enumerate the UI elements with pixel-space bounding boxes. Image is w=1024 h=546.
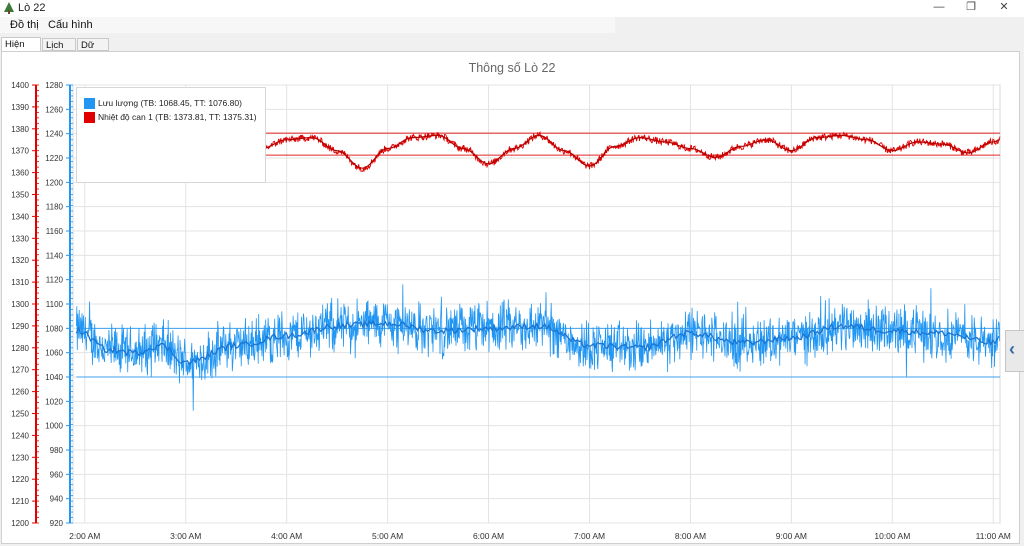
left-axis-label: 1310 bbox=[11, 278, 29, 287]
right-axis-label: 940 bbox=[50, 495, 64, 504]
left-axis-label: 1390 bbox=[11, 103, 29, 112]
legend-swatch-temp bbox=[84, 112, 95, 124]
left-axis-label: 1340 bbox=[11, 212, 29, 221]
chart[interactable]: Thông số Lò 22 2:00 AM 3:00 AM 4:00 AM 5:00… bbox=[0, 0, 1024, 546]
left-axis-label: 1200 bbox=[11, 519, 29, 528]
right-axis-label: 1160 bbox=[46, 227, 64, 236]
right-axis-label: 1080 bbox=[45, 324, 63, 333]
left-axis-label: 1270 bbox=[11, 366, 29, 375]
chart-title: Thông số Lò 22 bbox=[469, 61, 556, 75]
left-axis-label: 1240 bbox=[11, 431, 29, 440]
left-axis-label: 1280 bbox=[11, 344, 29, 353]
x-tick-label: 8:00 AM bbox=[675, 531, 706, 541]
right-axis-label: 1020 bbox=[45, 397, 63, 406]
right-axis-label: 1200 bbox=[45, 178, 63, 187]
legend-item-flow: Lưu lượng (TB: 1068.45, TT: 1076.80) bbox=[84, 98, 242, 110]
right-axis-label: 1240 bbox=[45, 130, 63, 139]
right-axis-label: 1120 bbox=[46, 276, 64, 285]
right-axis-label: 1220 bbox=[45, 154, 63, 163]
left-axis-label: 1260 bbox=[11, 388, 29, 397]
left-axis-label: 1220 bbox=[11, 475, 29, 484]
right-axis-label: 960 bbox=[50, 470, 64, 479]
right-axis-label: 1140 bbox=[46, 251, 64, 260]
right-axis-label: 1280 bbox=[45, 81, 63, 90]
chevron-left-icon: ‹ bbox=[1009, 339, 1015, 359]
right-axis-label: 1040 bbox=[45, 373, 63, 382]
left-axis-label: 1330 bbox=[11, 234, 29, 243]
x-tick-label: 2:00 AM bbox=[69, 531, 100, 541]
legend-label-temp: Nhiệt độ can 1 (TB: 1373.81, TT: 1375.31… bbox=[98, 112, 257, 122]
x-tick-label: 11:00 AM bbox=[976, 531, 1011, 541]
x-tick-label: 10:00 AM bbox=[874, 531, 910, 541]
side-panel-toggle[interactable]: ‹ bbox=[1005, 330, 1024, 372]
left-axis-label: 1360 bbox=[11, 169, 29, 178]
legend-item-temp: Nhiệt độ can 1 (TB: 1373.81, TT: 1375.31… bbox=[84, 112, 257, 124]
right-axis-label: 1180 bbox=[46, 203, 64, 212]
legend-label-flow: Lưu lượng (TB: 1068.45, TT: 1076.80) bbox=[98, 98, 242, 108]
left-axis-label: 1290 bbox=[11, 322, 29, 331]
left-axis-label: 1250 bbox=[11, 410, 29, 419]
right-axis-label: 980 bbox=[50, 446, 64, 455]
right-axis-label: 1100 bbox=[46, 300, 64, 309]
left-axis-label: 1380 bbox=[11, 125, 29, 134]
left-axis-label: 1300 bbox=[11, 300, 29, 309]
legend-swatch-flow bbox=[84, 98, 95, 110]
x-tick-label: 9:00 AM bbox=[776, 531, 807, 541]
chart-legend: Lưu lượng (TB: 1068.45, TT: 1076.80) Nhi… bbox=[76, 87, 266, 183]
left-axis-label: 1230 bbox=[11, 453, 29, 462]
right-axis-label: 1000 bbox=[45, 422, 63, 431]
left-axis-label: 1350 bbox=[11, 191, 29, 200]
left-axis-label: 1400 bbox=[11, 81, 29, 90]
right-axis-label: 920 bbox=[50, 519, 64, 528]
right-axis-label: 1060 bbox=[45, 349, 63, 358]
x-tick-label: 3:00 AM bbox=[170, 531, 201, 541]
x-tick-label: 7:00 AM bbox=[574, 531, 605, 541]
left-axis-label: 1370 bbox=[11, 147, 29, 156]
x-tick-label: 5:00 AM bbox=[372, 531, 403, 541]
x-tick-label: 6:00 AM bbox=[473, 531, 504, 541]
right-axis-label: 1260 bbox=[45, 105, 63, 114]
left-axis-label: 1210 bbox=[11, 497, 29, 506]
x-tick-label: 4:00 AM bbox=[271, 531, 302, 541]
left-axis-label: 1320 bbox=[11, 256, 29, 265]
